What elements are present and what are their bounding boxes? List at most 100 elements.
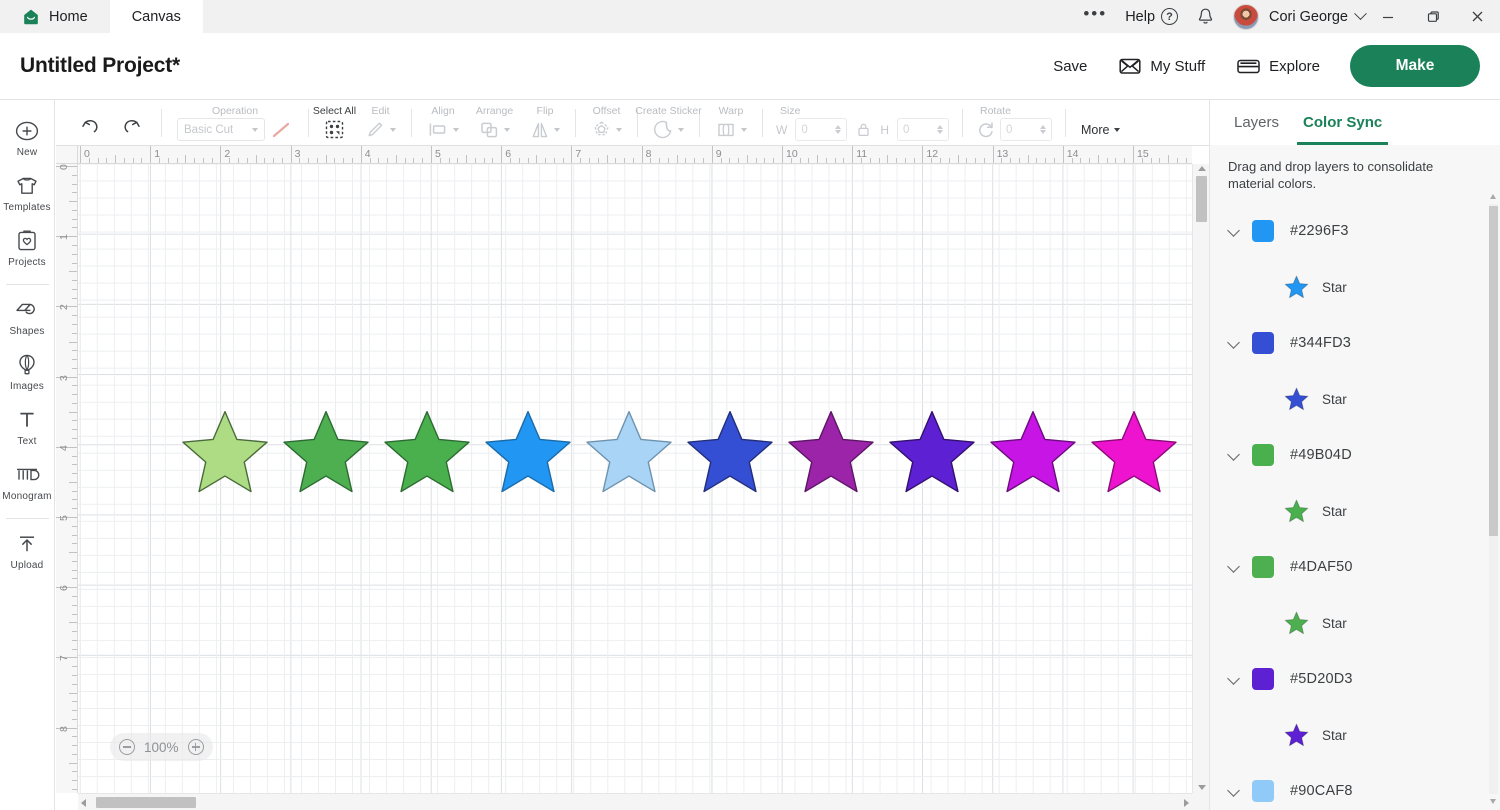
offset-icon[interactable] <box>591 119 612 140</box>
more-button[interactable]: More <box>1081 123 1121 137</box>
rotate-stepper[interactable] <box>1040 125 1046 134</box>
canvas-star[interactable] <box>174 408 275 500</box>
scroll-up-arrow-icon[interactable] <box>1490 194 1496 199</box>
height-input[interactable]: 0 <box>897 118 949 141</box>
help-button[interactable]: Help ? <box>1116 0 1187 33</box>
width-stepper[interactable] <box>835 125 842 134</box>
canvas-star[interactable] <box>477 408 578 500</box>
panel-scrollbar-thumb[interactable] <box>1489 206 1498 536</box>
restore-icon[interactable] <box>1410 0 1455 33</box>
diagonal-line-icon[interactable] <box>269 119 293 141</box>
sidebar-item-upload[interactable]: Upload <box>0 523 55 578</box>
color-group-row[interactable]: #2296F3 <box>1210 203 1500 259</box>
color-group-row[interactable]: #5D20D3 <box>1210 651 1500 707</box>
align-icon[interactable] <box>427 120 449 139</box>
canvas-star[interactable] <box>578 408 679 500</box>
canvas-star[interactable] <box>376 408 477 500</box>
canvas-star[interactable] <box>780 408 881 500</box>
select-all-group[interactable]: Select All <box>313 100 356 146</box>
layer-row[interactable]: Star <box>1210 595 1500 651</box>
more-group[interactable]: More <box>1071 100 1130 146</box>
lock-icon[interactable] <box>856 121 871 139</box>
save-button[interactable]: Save <box>1037 46 1103 86</box>
my-stuff-button[interactable]: My Stuff <box>1103 46 1221 86</box>
offset-group[interactable]: Offset <box>581 100 632 146</box>
chevron-down-icon[interactable] <box>1228 673 1240 685</box>
canvas-grid[interactable]: 100% <box>78 164 1192 793</box>
layer-row[interactable]: Star <box>1210 707 1500 763</box>
flip-icon[interactable] <box>530 120 550 140</box>
scrollbar-thumb-horizontal[interactable] <box>96 797 196 808</box>
stars-row[interactable] <box>174 408 1184 500</box>
sidebar-item-projects[interactable]: Projects <box>0 220 55 275</box>
height-stepper[interactable] <box>937 125 943 134</box>
make-button[interactable]: Make <box>1350 45 1480 87</box>
sidebar-item-images[interactable]: Images <box>0 344 55 399</box>
tab-home[interactable]: Home <box>0 0 110 33</box>
canvas-scrollbar-vertical[interactable] <box>1192 164 1209 793</box>
sidebar-item-text[interactable]: Text <box>0 399 55 454</box>
layer-row[interactable]: Star <box>1210 259 1500 315</box>
minus-circle-icon[interactable] <box>119 739 135 755</box>
color-swatch[interactable] <box>1252 556 1274 578</box>
sticker-icon[interactable] <box>653 119 674 140</box>
canvas-scrollbar-horizontal[interactable] <box>78 793 1192 810</box>
color-group-row[interactable]: #4DAF50 <box>1210 539 1500 595</box>
sidebar-item-templates[interactable]: Templates <box>0 165 55 220</box>
chevron-down-icon[interactable] <box>1228 561 1240 573</box>
edit-group[interactable]: Edit <box>355 100 406 146</box>
bell-icon[interactable] <box>1187 0 1224 33</box>
sidebar-item-monogram[interactable]: Monogram <box>0 454 55 509</box>
tab-canvas[interactable]: Canvas <box>109 0 203 33</box>
chevron-down-icon[interactable] <box>1228 225 1240 237</box>
flip-group[interactable]: Flip <box>520 100 570 146</box>
color-swatch[interactable] <box>1252 220 1274 242</box>
scroll-up-arrow-icon[interactable] <box>1198 166 1206 171</box>
canvas-star[interactable] <box>982 408 1083 500</box>
color-group-row[interactable]: #344FD3 <box>1210 315 1500 371</box>
panel-scrollbar[interactable] <box>1489 192 1498 806</box>
color-group-list[interactable]: #2296F3 Star #344FD3 Star #49B04D Star #4DAF50… <box>1210 203 1500 810</box>
pencil-icon[interactable] <box>365 119 386 140</box>
canvas-star[interactable] <box>679 408 780 500</box>
chevron-down-icon[interactable] <box>1228 785 1240 797</box>
close-icon[interactable] <box>1455 0 1500 33</box>
color-group-row[interactable]: #90CAF8 <box>1210 763 1500 810</box>
warp-icon[interactable] <box>715 121 737 139</box>
scroll-down-arrow-icon[interactable] <box>1198 785 1206 790</box>
user-menu[interactable]: Cori George <box>1224 0 1367 33</box>
create-sticker-group[interactable]: Create Sticker <box>635 100 702 146</box>
sidebar-item-shapes[interactable]: Shapes <box>0 289 55 344</box>
chevron-down-icon[interactable] <box>1228 337 1240 349</box>
canvas-area[interactable]: 0 1 2 3 4 5 6 7 8 9 10 11 12 13 14 15 012345678 100% <box>56 146 1209 810</box>
scrollbar-thumb-vertical[interactable] <box>1196 176 1207 222</box>
color-swatch[interactable] <box>1252 780 1274 802</box>
color-swatch[interactable] <box>1252 444 1274 466</box>
canvas-star[interactable] <box>1083 408 1184 500</box>
canvas-star[interactable] <box>881 408 982 500</box>
warp-group[interactable]: Warp <box>705 100 757 146</box>
sidebar-item-new[interactable]: New <box>0 110 55 165</box>
plus-circle-icon[interactable] <box>187 739 204 755</box>
chevron-down-icon[interactable] <box>1228 449 1240 461</box>
color-swatch[interactable] <box>1252 668 1274 690</box>
minimize-icon[interactable] <box>1365 0 1410 33</box>
arrange-layers-icon[interactable] <box>479 120 500 140</box>
scroll-down-arrow-icon[interactable] <box>1490 799 1496 804</box>
align-group[interactable]: Align <box>417 100 469 146</box>
more-horizontal-icon[interactable]: ••• <box>1074 0 1116 33</box>
scroll-left-arrow-icon[interactable] <box>81 799 86 807</box>
canvas-star[interactable] <box>275 408 376 500</box>
select-all-icon[interactable] <box>324 119 345 140</box>
tab-color-sync[interactable]: Color Sync <box>1291 100 1394 145</box>
operation-select[interactable]: Basic Cut <box>177 118 265 141</box>
zoom-control[interactable]: 100% <box>110 733 213 761</box>
redo-arrow-icon[interactable] <box>120 116 142 136</box>
rotate-input[interactable]: 0 <box>1000 118 1052 141</box>
width-input[interactable]: 0 <box>795 118 848 141</box>
undo-arrow-icon[interactable] <box>80 116 102 136</box>
explore-button[interactable]: Explore <box>1221 46 1336 86</box>
arrange-group[interactable]: Arrange <box>469 100 520 146</box>
rotate-icon[interactable] <box>976 120 996 140</box>
tab-layers[interactable]: Layers <box>1222 100 1291 145</box>
